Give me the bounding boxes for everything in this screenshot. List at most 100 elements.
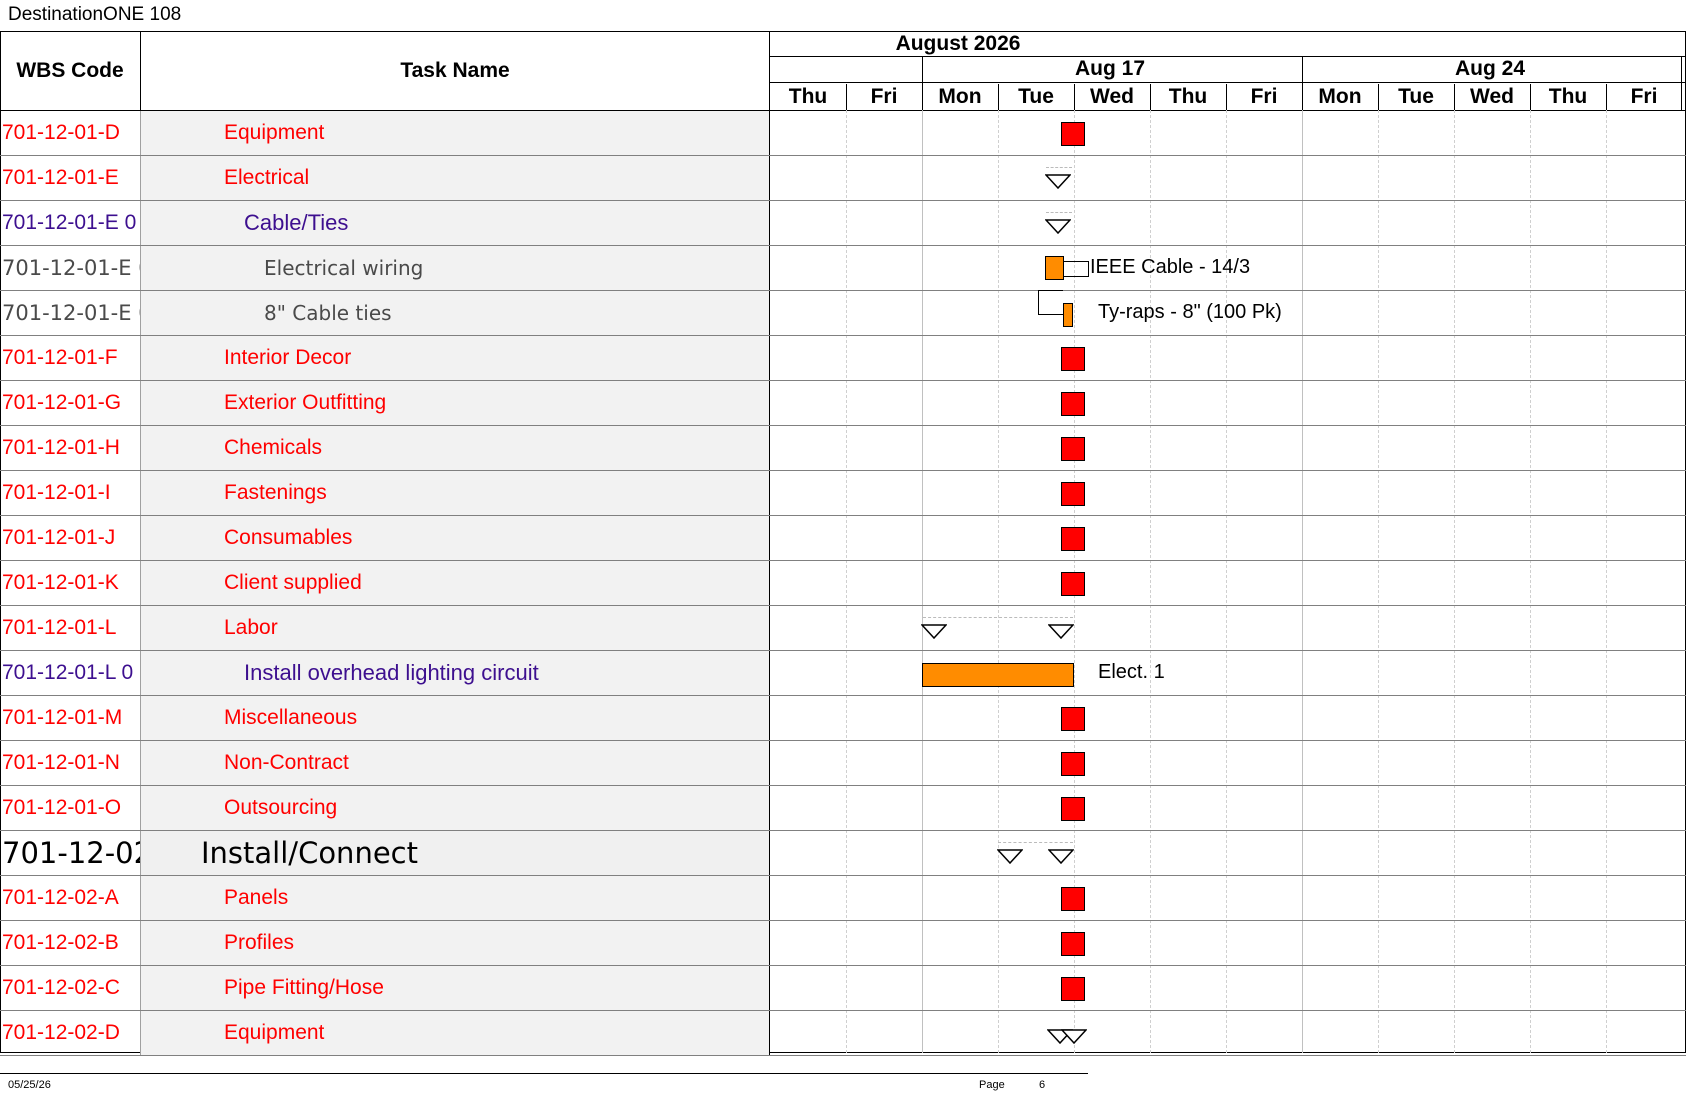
table-row[interactable]: 701-12-01-G Exterior Outfitting: [0, 381, 1686, 426]
wbs-code-cell[interactable]: 701-12-02-D: [0, 1011, 141, 1055]
table-row[interactable]: 701-12-01-E 01Electrical wiring: [0, 246, 1686, 291]
wbs-code-cell[interactable]: 701-12-01-E 01: [0, 246, 141, 290]
task-bar-milestone[interactable]: [1061, 796, 1085, 821]
column-header-wbs[interactable]: WBS Code: [0, 32, 141, 110]
task-bar-milestone[interactable]: [1061, 571, 1085, 596]
task-bar-milestone[interactable]: [1061, 706, 1085, 731]
day-separator: [998, 84, 999, 110]
day-separator: [1302, 84, 1303, 110]
summary-marker[interactable]: [1045, 218, 1071, 235]
task-name-cell[interactable]: Equipment: [141, 111, 770, 155]
table-row[interactable]: 701-12-01-N Non-Contract: [0, 741, 1686, 786]
wbs-code-cell[interactable]: 701-12-01-G: [0, 381, 141, 425]
summary-end-marker[interactable]: [1048, 848, 1074, 865]
summary-start-marker[interactable]: [921, 623, 947, 640]
task-name-cell[interactable]: Electrical: [141, 156, 770, 200]
table-row[interactable]: 701-12-01-K Client supplied: [0, 561, 1686, 606]
wbs-code-cell[interactable]: 701-12-01-I: [0, 471, 141, 515]
wbs-code-cell[interactable]: 701-12-01-E 0: [0, 201, 141, 245]
table-row[interactable]: 701-12-02-B Profiles: [0, 921, 1686, 966]
task-name-cell[interactable]: Non-Contract: [141, 741, 770, 785]
day-header: Wed: [1090, 85, 1134, 108]
task-name-cell[interactable]: Panels: [141, 876, 770, 920]
task-bar-milestone[interactable]: [1061, 931, 1085, 956]
table-row[interactable]: 701-12-01-F Interior Decor: [0, 336, 1686, 381]
wbs-code-cell[interactable]: 701-12-02-B: [0, 921, 141, 965]
table-row[interactable]: 701-12-02-D Equipment: [0, 1011, 1686, 1056]
wbs-code-cell[interactable]: 701-12-01-N: [0, 741, 141, 785]
wbs-code-cell[interactable]: 701-12-02-C: [0, 966, 141, 1010]
task-name-cell[interactable]: Labor: [141, 606, 770, 650]
table-row[interactable]: 701-12-01-O Outsourcing: [0, 786, 1686, 831]
day-separator: [1606, 84, 1607, 110]
table-row[interactable]: 701-12-01-J Consumables: [0, 516, 1686, 561]
task-name-cell[interactable]: Chemicals: [141, 426, 770, 470]
task-name-cell[interactable]: Client supplied: [141, 561, 770, 605]
day-separator: [846, 84, 847, 110]
column-header-task[interactable]: Task Name: [141, 32, 770, 110]
task-name-cell[interactable]: Electrical wiring: [141, 246, 770, 290]
table-row[interactable]: 701-12-02-A Panels: [0, 876, 1686, 921]
task-bar-milestone[interactable]: [1061, 436, 1085, 461]
summary-marker[interactable]: [1045, 173, 1071, 190]
table-row[interactable]: 701-12-01-H Chemicals: [0, 426, 1686, 471]
task-name-cell[interactable]: Profiles: [141, 921, 770, 965]
task-bar-milestone[interactable]: [1061, 121, 1085, 146]
wbs-code-cell[interactable]: 701-12-02-A: [0, 876, 141, 920]
table-row[interactable]: 701-12-01-D Equipment: [0, 111, 1686, 156]
wbs-code-cell[interactable]: 701-12-01-K: [0, 561, 141, 605]
wbs-code-cell[interactable]: 701-12-02: [0, 831, 141, 875]
table-row[interactable]: 701-12-01-L 0 Install overhead lighting c…: [0, 651, 1686, 696]
task-name-cell[interactable]: Pipe Fitting/Hose: [141, 966, 770, 1010]
task-bar-milestone[interactable]: [1061, 886, 1085, 911]
table-row[interactable]: 701-12-01-E 0 Cable/Ties: [0, 201, 1686, 246]
task-bar-milestone[interactable]: [1061, 751, 1085, 776]
task-name-cell[interactable]: Outsourcing: [141, 786, 770, 830]
wbs-code-cell[interactable]: 701-12-01-J: [0, 516, 141, 560]
task-bar-milestone[interactable]: [1061, 526, 1085, 551]
task-name-cell[interactable]: Install/Connect: [141, 831, 770, 875]
task-name-cell[interactable]: Equipment: [141, 1011, 770, 1055]
day-header: Tue: [1018, 85, 1054, 108]
day-header: Thu: [1548, 85, 1588, 108]
task-name-cell[interactable]: 8" Cable ties: [141, 291, 770, 335]
wbs-code-cell[interactable]: 701-12-01-E: [0, 156, 141, 200]
summary-start-marker[interactable]: [997, 848, 1023, 865]
summary-end-marker[interactable]: [1061, 1028, 1087, 1045]
footer-page-label: Page: [979, 1079, 1005, 1091]
wbs-code-cell[interactable]: 701-12-01-M: [0, 696, 141, 740]
wbs-code-cell[interactable]: 701-12-01-O: [0, 786, 141, 830]
day-separator: [1226, 84, 1227, 110]
task-name-cell[interactable]: Interior Decor: [141, 336, 770, 380]
task-bar-milestone[interactable]: [1061, 391, 1085, 416]
task-name-cell[interactable]: Cable/Ties: [141, 201, 770, 245]
task-bar[interactable]: [1063, 302, 1073, 327]
wbs-code-cell[interactable]: 701-12-01-E 01: [0, 291, 141, 335]
table-row[interactable]: 701-12-02-C Pipe Fitting/Hose: [0, 966, 1686, 1011]
task-name-cell[interactable]: Fastenings: [141, 471, 770, 515]
task-name-cell[interactable]: Consumables: [141, 516, 770, 560]
wbs-code-cell[interactable]: 701-12-01-D: [0, 111, 141, 155]
day-header: Mon: [938, 85, 982, 108]
task-name-cell[interactable]: Exterior Outfitting: [141, 381, 770, 425]
table-row[interactable]: 701-12-01-E 018" Cable ties: [0, 291, 1686, 336]
table-row[interactable]: 701-12-01-I Fastenings: [0, 471, 1686, 516]
day-separator: [1074, 84, 1075, 110]
table-row[interactable]: 701-12-01-E Electrical: [0, 156, 1686, 201]
summary-end-marker[interactable]: [1048, 623, 1074, 640]
wbs-code-cell[interactable]: 701-12-01-H: [0, 426, 141, 470]
table-row[interactable]: 701-12-01-M Miscellaneous: [0, 696, 1686, 741]
wbs-code-cell[interactable]: 701-12-01-F: [0, 336, 141, 380]
task-bar[interactable]: [922, 662, 1074, 687]
wbs-code-cell[interactable]: 701-12-01-L 0: [0, 651, 141, 695]
task-name-cell[interactable]: Miscellaneous: [141, 696, 770, 740]
table-row[interactable]: 701-12-02 Install/Connect: [0, 831, 1686, 876]
task-bar-milestone[interactable]: [1061, 481, 1085, 506]
wbs-code-cell[interactable]: 701-12-01-L: [0, 606, 141, 650]
task-bar[interactable]: [1045, 255, 1064, 280]
task-resource-label: Elect. 1: [1098, 660, 1165, 683]
table-row[interactable]: 701-12-01-L Labor: [0, 606, 1686, 651]
task-name-cell[interactable]: Install overhead lighting circuit: [141, 651, 770, 695]
task-bar-milestone[interactable]: [1061, 976, 1085, 1001]
task-bar-milestone[interactable]: [1061, 346, 1085, 371]
